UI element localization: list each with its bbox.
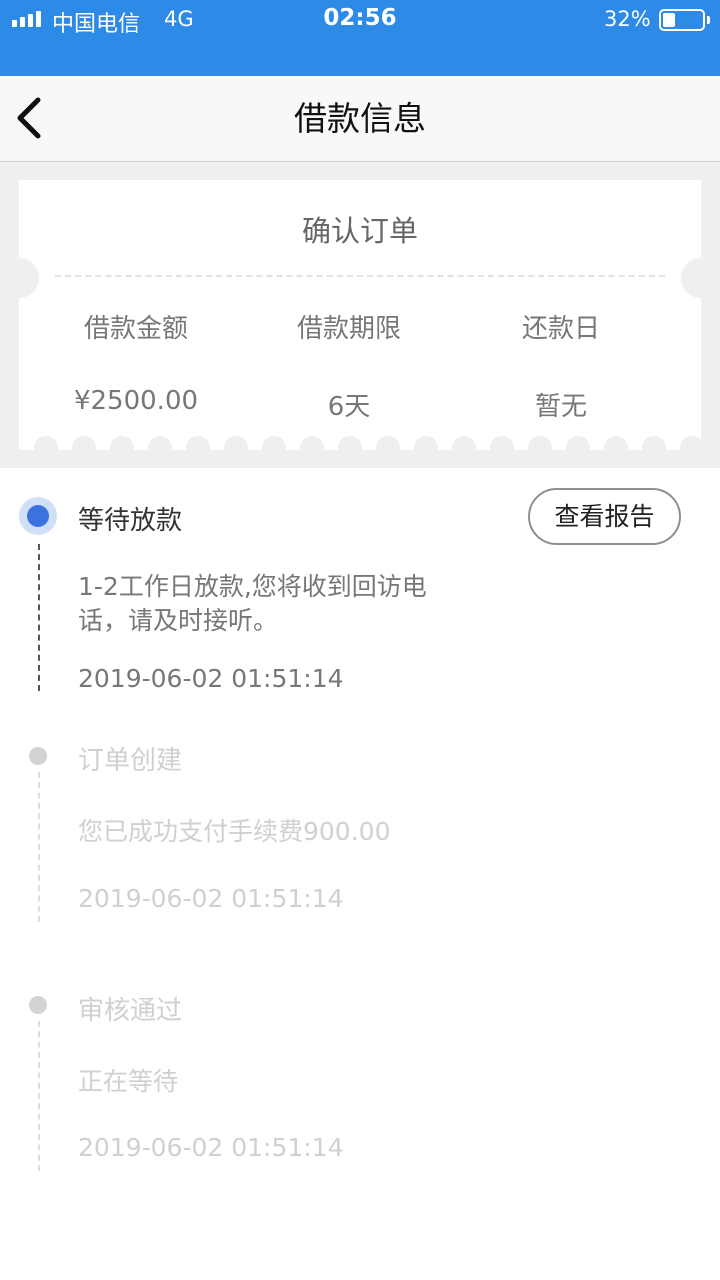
timeline-connector <box>38 1021 40 1171</box>
battery-tip <box>707 16 710 24</box>
ticket-scallop <box>262 436 286 450</box>
battery-level-fill <box>663 13 675 27</box>
timeline-dot-inactive <box>29 747 47 765</box>
step-description: 正在等待 <box>78 1067 179 1096</box>
ticket-scallop <box>148 436 172 450</box>
ticket-scalloped-edge <box>19 436 701 450</box>
ticket-scallop <box>300 436 324 450</box>
timeline-dot-active <box>27 505 49 527</box>
step-description: 1-2工作日放款,您将收到回访电话，请及时接听。 <box>78 572 427 635</box>
step-time: 2019-06-02 01:51:14 <box>78 664 344 693</box>
navigation-bar: 借款信息 <box>0 76 720 162</box>
loan-amount-value: ¥2500.00 <box>73 386 199 416</box>
ticket-title: 确认订单 <box>301 214 418 248</box>
ticket-scallop <box>604 436 628 450</box>
view-report-button[interactable]: 查看报告 <box>528 488 681 545</box>
repayment-date-value: 暂无 <box>534 392 587 422</box>
timeline-connector <box>38 544 40 691</box>
loan-amount-label: 借款金额 <box>83 314 188 344</box>
ticket-notch-right <box>681 258 720 298</box>
chevron-left-icon <box>17 97 41 139</box>
ticket-scallop <box>110 436 134 450</box>
ticket-scallop <box>338 436 362 450</box>
page-title: 借款信息 <box>294 99 426 138</box>
ticket-scallop <box>528 436 552 450</box>
step-title: 订单创建 <box>78 746 183 776</box>
repayment-date-label: 还款日 <box>521 314 600 344</box>
step-title: 等待放款 <box>78 506 183 536</box>
ticket-scallop <box>376 436 400 450</box>
ticket-scallop <box>452 436 476 450</box>
step-title: 审核通过 <box>78 996 183 1026</box>
order-ticket-card: 确认订单 借款金额 借款期限 还款日 ¥2500.00 6天 暂无 <box>0 180 720 450</box>
ticket-scallop <box>186 436 210 450</box>
ticket-scallop <box>224 436 248 450</box>
ticket-scallop <box>680 436 701 450</box>
ticket-divider <box>55 275 665 277</box>
loan-term-value: 6天 <box>327 392 371 422</box>
step-time: 2019-06-02 01:51:14 <box>78 1133 344 1162</box>
ticket-scallop <box>34 436 58 450</box>
status-bar: 中国电信 4G 02:56 32% <box>0 0 720 76</box>
ticket-scallop <box>72 436 96 450</box>
ticket-scallop <box>642 436 666 450</box>
ticket-scallop <box>414 436 438 450</box>
step-description: 您已成功支付手续费900.00 <box>78 817 391 846</box>
order-summary-section: 确认订单 借款金额 借款期限 还款日 ¥2500.00 6天 暂无 <box>0 162 720 468</box>
back-button[interactable] <box>10 94 60 144</box>
ticket-scallop <box>490 436 514 450</box>
battery-percent: 32% <box>604 7 651 31</box>
step-time: 2019-06-02 01:51:14 <box>78 884 344 913</box>
timeline-dot-inactive <box>29 996 47 1014</box>
loan-term-label: 借款期限 <box>296 314 401 344</box>
ticket-scallop <box>566 436 590 450</box>
timeline-connector <box>38 772 40 922</box>
ticket-notch-left <box>0 258 39 298</box>
battery-icon <box>659 9 705 31</box>
